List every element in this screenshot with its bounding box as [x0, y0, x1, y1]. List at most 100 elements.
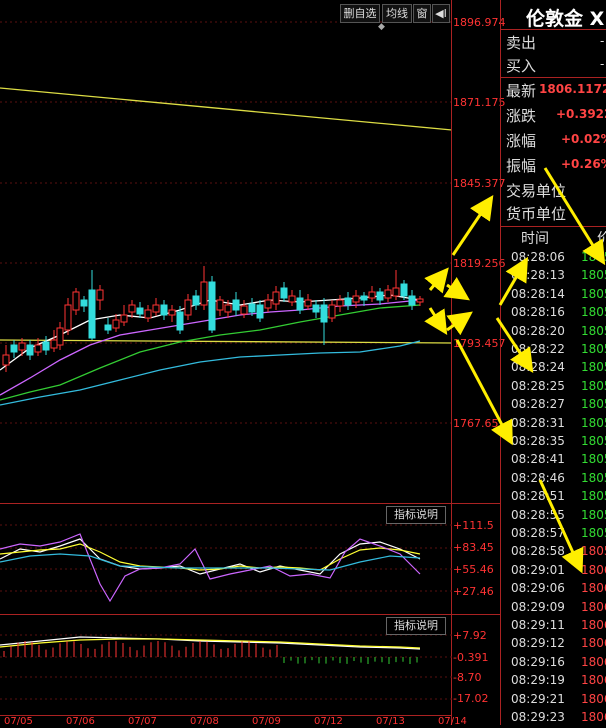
- indicator2-tick: -8.70: [453, 671, 482, 684]
- trade-time: 08:28:41: [511, 452, 565, 467]
- trade-time: 08:28:13: [511, 268, 565, 283]
- candle-body: [56, 327, 64, 346]
- candle-body: [50, 339, 58, 349]
- candle-body: [18, 342, 26, 351]
- candle-body: [392, 287, 400, 297]
- date-tick: 07/08: [190, 716, 219, 727]
- trade-time: 08:29:11: [511, 618, 565, 632]
- indicator1-tick: +27.46: [453, 585, 494, 598]
- candle-body: [344, 297, 352, 306]
- candle-body: [2, 354, 10, 366]
- indicator2-svg: [0, 634, 452, 700]
- diamond-marker-icon: ◆: [378, 22, 385, 32]
- candle-body: [200, 281, 208, 306]
- kline-chart[interactable]: 删自选 均线 窗 ◀I ◆: [0, 0, 452, 500]
- title-divider: [501, 29, 606, 30]
- candle-body: [304, 299, 312, 307]
- candle-body: [26, 344, 34, 356]
- candle-body: [34, 344, 42, 353]
- ma-toggle-button[interactable]: 均线: [382, 4, 412, 23]
- candle-body: [240, 305, 248, 315]
- change-value: +0.3922: [556, 107, 606, 121]
- window-button[interactable]: 窗: [413, 4, 431, 23]
- indicator1-panel[interactable]: 指标说明: [0, 504, 452, 614]
- indicator1-tick: +83.45: [453, 541, 494, 554]
- trade-time: 08:28:06: [511, 250, 565, 264]
- indicator2-help-button[interactable]: 指标说明: [386, 617, 446, 635]
- trade-time: 08:28:57: [511, 526, 565, 540]
- trendline-upper: [0, 87, 452, 131]
- indicator2-panel[interactable]: 指标说明: [0, 615, 452, 715]
- indicator1-svg: [0, 524, 452, 603]
- ticks-header-time: 时间: [521, 231, 549, 247]
- candle-body: [272, 291, 280, 305]
- candle-body: [232, 299, 240, 311]
- candle-body: [64, 304, 72, 331]
- candle-body: [256, 304, 264, 319]
- date-tick: 07/12: [314, 716, 343, 727]
- indicator2-tick: -17.02: [453, 692, 489, 705]
- buy-label: 买入: [506, 57, 537, 75]
- price-tick: 1871.175: [453, 96, 506, 109]
- candle-body: [208, 281, 216, 331]
- change-label: 涨跌: [506, 107, 537, 125]
- trade-time: 08:29:06: [511, 581, 565, 596]
- sell-label: 卖出: [506, 34, 537, 52]
- ticks-header-price: 价: [597, 231, 606, 247]
- candle-body: [312, 304, 320, 313]
- date-tick: 07/05: [4, 716, 33, 727]
- candle-body: [152, 304, 160, 313]
- price-tick: 1767.65: [453, 417, 499, 430]
- candle-body: [168, 309, 176, 316]
- date-tick: 07/09: [252, 716, 281, 727]
- trade-time: 08:29:16: [511, 654, 565, 669]
- collapse-panel-button[interactable]: ◀I: [432, 4, 450, 23]
- buy-value: -: [600, 57, 605, 71]
- trade-time: 08:28:20: [511, 323, 565, 338]
- candle-body: [224, 304, 232, 313]
- sell-value: -: [600, 34, 605, 48]
- candle-body: [144, 309, 152, 319]
- candle-body: [72, 291, 80, 311]
- trade-time: 08:29:01: [511, 562, 565, 577]
- kline-svg: [0, 21, 452, 424]
- instrument-title: 伦敦金 X: [526, 8, 605, 30]
- trade-time: 08:29:23: [511, 710, 565, 724]
- candle-body: [336, 299, 344, 307]
- price-tick: 1896.974: [453, 16, 506, 29]
- trade-time: 08:28:35: [511, 434, 565, 448]
- candle-body: [10, 344, 18, 353]
- date-tick: 07/07: [128, 716, 157, 727]
- candle-body: [88, 289, 96, 339]
- candle-body: [80, 299, 88, 307]
- quote-divider: [501, 77, 606, 78]
- candle-body: [320, 304, 328, 323]
- date-tick: 07/06: [66, 716, 95, 727]
- candle-body: [368, 291, 376, 299]
- candle-body: [112, 319, 120, 329]
- candle-body: [400, 283, 408, 297]
- candle-body: [296, 297, 304, 311]
- indicator1-help-button[interactable]: 指标说明: [386, 506, 446, 524]
- trade-time: 08:28:16: [511, 305, 565, 320]
- candle-body: [42, 341, 50, 351]
- candle-body: [104, 324, 112, 331]
- candle-body: [128, 304, 136, 313]
- candle-body: [248, 303, 256, 313]
- arrow-icon: [451, 195, 494, 256]
- indicator2-tick: -0.391: [453, 651, 489, 664]
- trade-time: 08:28:14: [511, 286, 565, 301]
- candle-body: [120, 314, 128, 323]
- remove-favorite-button[interactable]: 删自选: [340, 4, 380, 23]
- candle-body: [216, 299, 224, 311]
- amplitude-label: 振幅: [506, 157, 537, 175]
- trade-unit-label: 交易单位: [506, 182, 567, 200]
- pct-value: +0.02%: [561, 132, 606, 146]
- candle-body: [264, 299, 272, 309]
- candle-body: [136, 307, 144, 315]
- trade-time: 08:29:19: [511, 673, 565, 688]
- candle-body: [280, 287, 288, 299]
- trade-time: 08:28:31: [511, 415, 565, 430]
- candle-body: [352, 295, 360, 303]
- panel-divider: [500, 0, 501, 725]
